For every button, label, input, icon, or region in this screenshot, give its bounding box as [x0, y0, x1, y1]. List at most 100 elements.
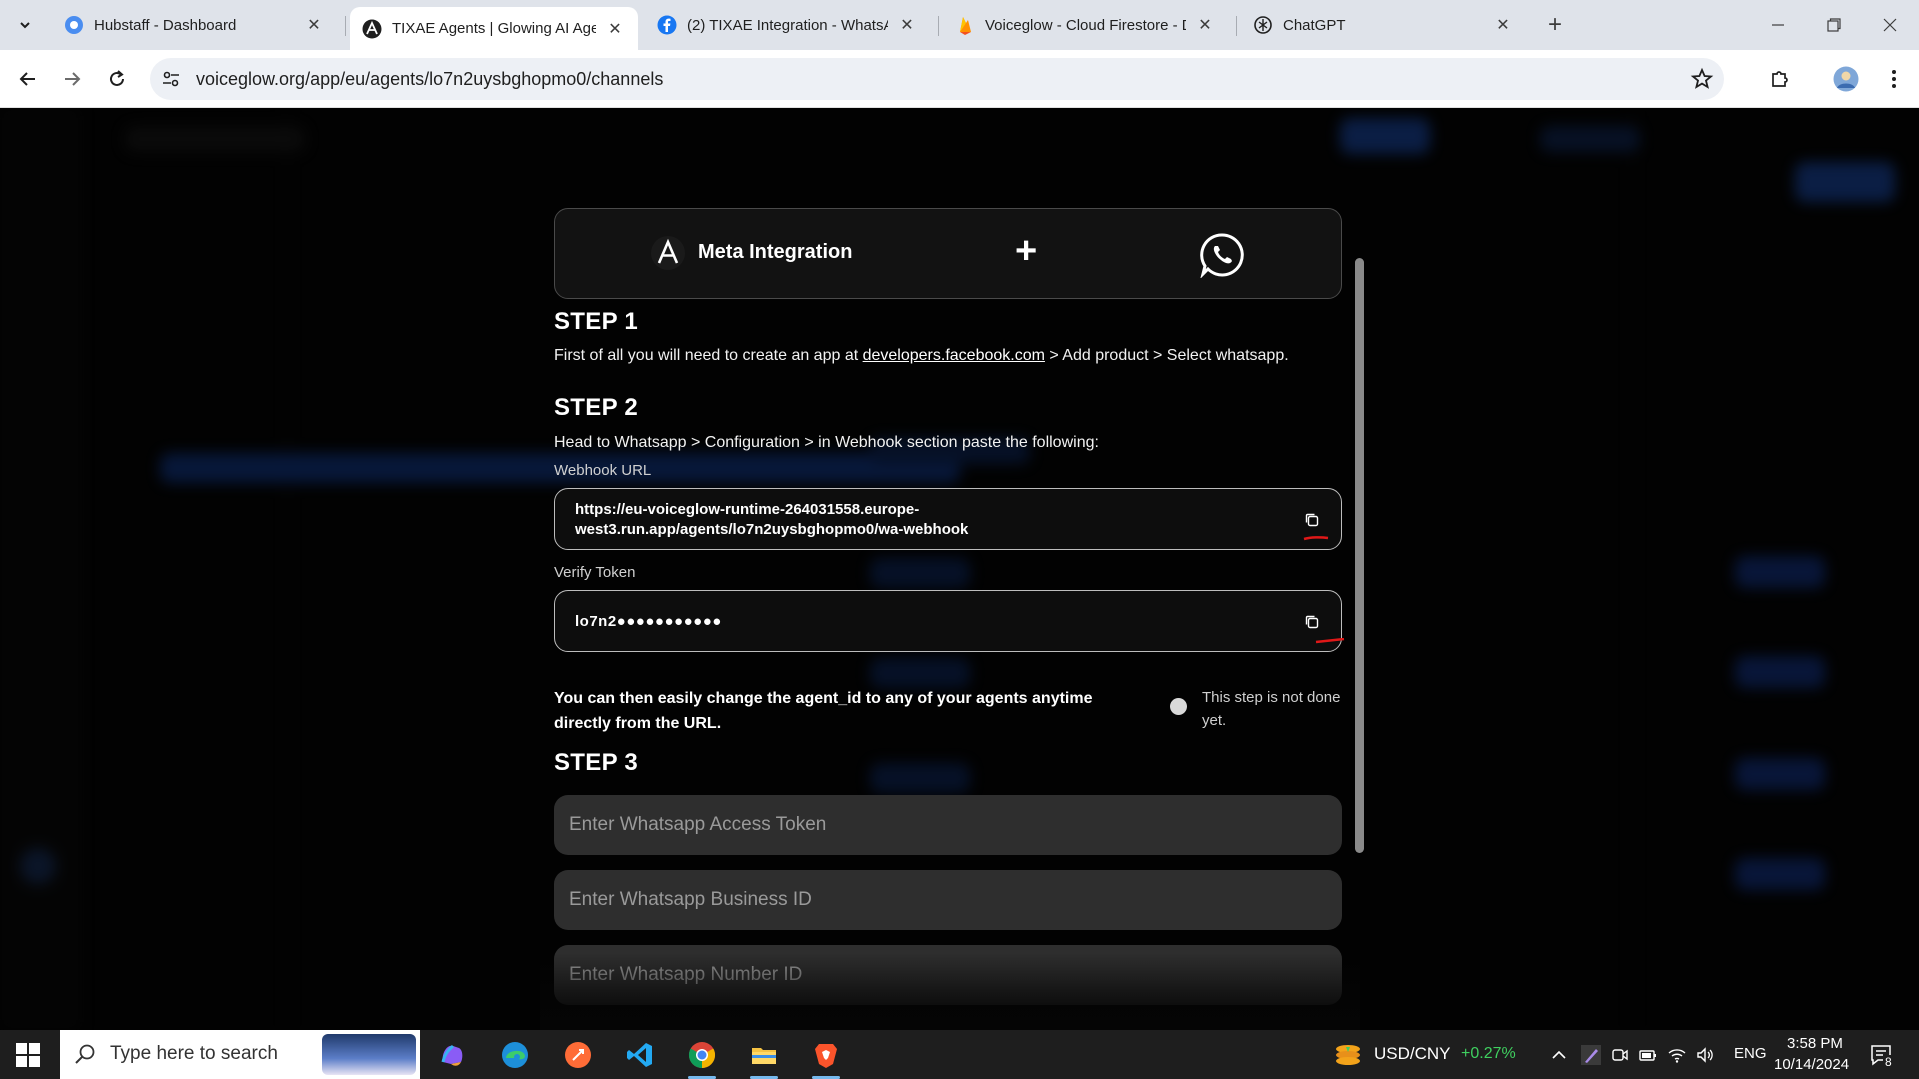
close-tab-icon[interactable]: ✕	[606, 20, 624, 38]
webhook-url-line-1: https://eu-voiceglow-runtime-264031558.e…	[575, 501, 920, 518]
chrome-icon	[688, 1042, 716, 1069]
step1-text-after: > Add product > Select whatsapp.	[1044, 347, 1289, 364]
edge-icon	[502, 1042, 528, 1068]
more-vertical-icon	[1892, 70, 1896, 88]
step1-title: STEP 1	[554, 308, 639, 335]
search-highlight-image	[322, 1034, 416, 1075]
close-icon	[1883, 18, 1897, 32]
copy-icon[interactable]	[1303, 511, 1321, 529]
browser-toolbar: voiceglow.org/app/eu/agents/lo7n2uysbgho…	[0, 50, 1919, 108]
postman-app[interactable]	[560, 1037, 596, 1073]
brave-icon	[815, 1044, 837, 1068]
chevron-up-icon[interactable]	[1549, 1045, 1569, 1065]
integration-title: Meta Integration	[698, 241, 853, 263]
verify-token-label: Verify Token	[554, 564, 636, 581]
close-tab-icon[interactable]: ✕	[305, 16, 323, 34]
reload-icon	[110, 70, 124, 86]
windows-start-icon[interactable]	[16, 1043, 40, 1067]
vscode-app[interactable]	[622, 1037, 658, 1073]
tab-title: TIXAE Agents | Glowing AI Agen	[392, 20, 596, 37]
profile-button[interactable]	[1830, 63, 1862, 95]
tab-strip: Hubstaff - Dashboard ✕ TIXAE Agents | Gl…	[0, 0, 1919, 50]
wifi-icon[interactable]	[1667, 1045, 1687, 1065]
taskbar-search[interactable]: Type here to search	[60, 1030, 420, 1079]
close-window-button[interactable]	[1867, 10, 1913, 40]
folder-icon	[752, 1048, 776, 1064]
status-indicator	[1170, 698, 1187, 715]
back-button[interactable]	[12, 63, 44, 95]
step3-title: STEP 3	[554, 749, 639, 776]
input-language[interactable]: ENG	[1734, 1045, 1767, 1062]
step2-text: Head to Whatsapp > Configuration > in We…	[554, 434, 1099, 451]
meet-now-icon[interactable]	[1610, 1045, 1630, 1065]
verify-token-box: lo7n2●●●●●●●●●●●	[554, 590, 1345, 652]
arrow-right-icon	[65, 72, 81, 86]
step2-title: STEP 2	[554, 394, 639, 421]
tab-separator	[345, 16, 346, 36]
copilot-icon	[441, 1044, 463, 1066]
tab-title: Voiceglow - Cloud Firestore - D	[985, 16, 1186, 34]
verify-token-value: lo7n2●●●●●●●●●●●	[575, 613, 722, 630]
chatgpt-icon	[1254, 16, 1272, 34]
page-viewport: Meta Integration + STEP 1 First of all y…	[0, 108, 1919, 1030]
browser-menu-button[interactable]	[1878, 63, 1910, 95]
step1-text-before: First of all you will need to create an …	[554, 347, 863, 364]
tab-firestore[interactable]: Voiceglow - Cloud Firestore - D ✕	[943, 7, 1228, 43]
restore-icon	[1827, 18, 1841, 32]
business-id-input[interactable]	[554, 870, 1342, 930]
file-explorer-app[interactable]	[746, 1037, 782, 1079]
currency-change: +0.27%	[1461, 1045, 1516, 1062]
close-tab-icon[interactable]: ✕	[1494, 16, 1512, 34]
copilot-app[interactable]	[434, 1037, 470, 1073]
plus-icon: +	[1015, 230, 1038, 272]
pen-icon[interactable]	[1581, 1045, 1601, 1065]
close-tab-icon[interactable]: ✕	[1196, 16, 1214, 34]
step1-text: First of all you will need to create an …	[554, 347, 1289, 365]
webhook-url-label: Webhook URL	[554, 462, 652, 479]
edge-app[interactable]	[497, 1037, 533, 1073]
annotation-underline	[1303, 536, 1329, 541]
tab-separator	[938, 16, 939, 36]
clock-date[interactable]: 10/14/2024	[1774, 1056, 1849, 1073]
tab-chatgpt[interactable]: ChatGPT ✕	[1241, 7, 1526, 43]
tixae-icon	[362, 19, 382, 38]
hubstaff-icon	[65, 16, 83, 34]
new-tab-button[interactable]: +	[1542, 11, 1568, 38]
tab-search-button[interactable]	[10, 11, 40, 39]
restore-button[interactable]	[1811, 10, 1857, 40]
search-icon	[75, 1044, 95, 1064]
access-token-input[interactable]	[554, 795, 1342, 855]
firebase-icon	[960, 17, 971, 35]
status-text: This step is not done yet.	[1202, 689, 1341, 729]
reload-button[interactable]	[101, 63, 133, 95]
tab-tixae-agents[interactable]: TIXAE Agents | Glowing AI Agen ✕	[350, 7, 638, 50]
tixae-logo-icon	[651, 236, 685, 270]
brave-app[interactable]	[808, 1037, 844, 1079]
puzzle-icon	[1772, 71, 1788, 87]
tab-hubstaff[interactable]: Hubstaff - Dashboard ✕	[52, 7, 337, 43]
volume-icon[interactable]	[1695, 1045, 1715, 1065]
minimize-icon	[1772, 24, 1784, 26]
integration-header: Meta Integration +	[554, 208, 1342, 299]
developers-facebook-link[interactable]: developers.facebook.com	[863, 347, 1045, 364]
bookmark-star-icon[interactable]	[1690, 67, 1714, 91]
copy-icon[interactable]	[1303, 613, 1321, 631]
tab-title: Hubstaff - Dashboard	[94, 16, 237, 34]
site-info-icon[interactable]	[160, 68, 182, 90]
currency-widget-icon[interactable]	[1334, 1043, 1362, 1067]
extensions-button[interactable]	[1764, 63, 1796, 95]
forward-button[interactable]	[56, 63, 88, 95]
close-tab-icon[interactable]: ✕	[898, 16, 916, 34]
modal-scrollbar[interactable]	[1355, 258, 1364, 853]
meta-integration-modal: Meta Integration + STEP 1 First of all y…	[554, 208, 1345, 1030]
clock-time[interactable]: 3:58 PM	[1787, 1035, 1843, 1052]
tab-title: (2) TIXAE Integration - WhatsAp	[687, 16, 888, 34]
battery-icon[interactable]	[1638, 1045, 1658, 1065]
tab-separator	[1236, 16, 1237, 36]
minimize-button[interactable]	[1755, 10, 1801, 40]
tab-facebook[interactable]: (2) TIXAE Integration - WhatsAp ✕	[645, 7, 930, 43]
chrome-app[interactable]	[684, 1037, 720, 1079]
vscode-icon	[627, 1043, 652, 1067]
address-bar[interactable]: voiceglow.org/app/eu/agents/lo7n2uysbgho…	[150, 58, 1724, 100]
search-placeholder: Type here to search	[110, 1043, 278, 1064]
